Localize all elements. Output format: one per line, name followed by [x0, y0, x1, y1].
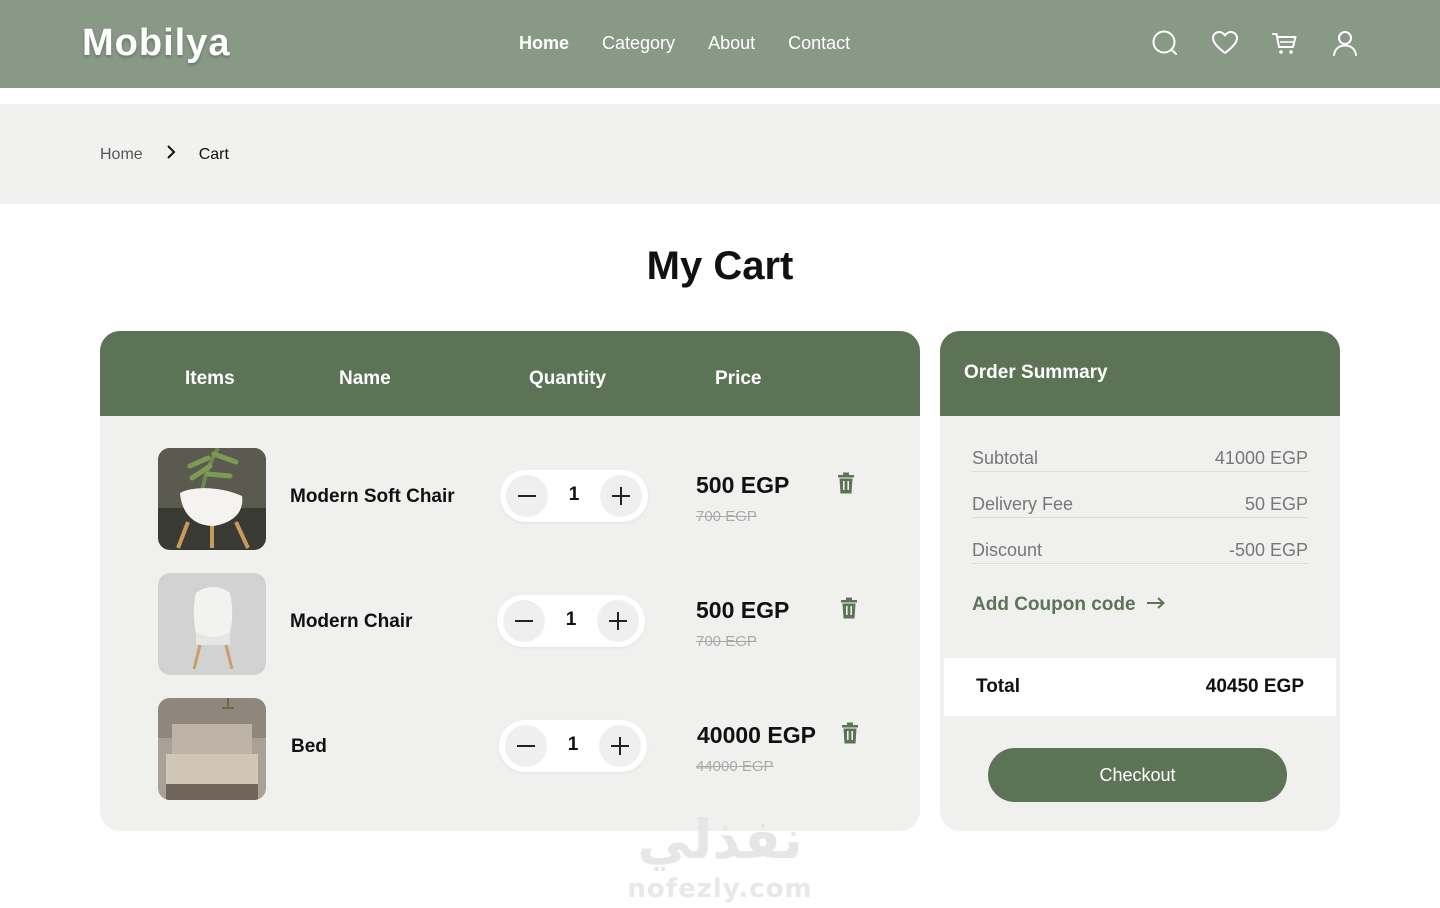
subtotal-value: 41000 EGP [1214, 448, 1308, 468]
main-nav: Home Category About Contact [519, 33, 850, 54]
plus-icon [612, 487, 630, 505]
header-actions [1150, 28, 1360, 58]
total-value: 40450 EGP [1205, 676, 1304, 697]
delivery-fee-label: Delivery Fee [972, 494, 1074, 514]
cart-row: Modern Soft Chair 1 500 EGP 700 EGP [100, 448, 920, 550]
watermark-latin: nofezly.com [627, 874, 813, 904]
product-image[interactable] [158, 573, 266, 675]
breadcrumb: Home Cart [100, 144, 229, 165]
product-price: 40000 EGP [697, 722, 816, 748]
product-image[interactable] [158, 698, 266, 800]
trash-icon[interactable] [839, 597, 859, 619]
product-old-price: 700 EGP [696, 508, 757, 525]
quantity-value[interactable]: 1 [553, 609, 589, 631]
checkout-button[interactable]: Checkout [988, 748, 1287, 802]
nav-home[interactable]: Home [519, 33, 569, 54]
product-price: 500 EGP [696, 597, 790, 623]
column-header-price: Price [715, 368, 762, 389]
chevron-right-icon [163, 144, 179, 165]
plus-icon [611, 737, 629, 755]
cart-table: Items Name Quantity Price Modern Soft Ch… [100, 331, 920, 831]
order-summary: Order Summary Subtotal 41000 EGP Deliver… [940, 331, 1340, 831]
heart-icon[interactable] [1210, 28, 1240, 58]
delivery-fee-line: Delivery Fee 50 EGP [972, 490, 1308, 518]
subtotal-line: Subtotal 41000 EGP [972, 444, 1308, 472]
decrease-quantity-button[interactable] [503, 600, 545, 642]
watermark-arabic: نفذلي [637, 808, 803, 871]
breadcrumb-bar: Home Cart [0, 104, 1440, 204]
quantity-value[interactable]: 1 [556, 484, 592, 506]
quantity-stepper: 1 [499, 720, 647, 772]
cart-row: Modern Chair 1 500 EGP 700 EGP [100, 573, 920, 675]
increase-quantity-button[interactable] [597, 600, 639, 642]
quantity-value[interactable]: 1 [555, 734, 591, 756]
plus-icon [609, 612, 627, 630]
product-image[interactable] [158, 448, 266, 550]
order-summary-header: Order Summary [940, 331, 1340, 416]
discount-value: -500 EGP [1228, 540, 1308, 560]
total-line: Total 40450 EGP [944, 658, 1336, 716]
minus-icon [518, 495, 536, 497]
total-label: Total [976, 676, 1020, 697]
breadcrumb-current: Cart [198, 145, 229, 163]
nav-category[interactable]: Category [602, 33, 675, 54]
search-icon[interactable] [1150, 28, 1180, 58]
arrow-right-icon [1146, 594, 1166, 616]
column-header-name: Name [339, 368, 391, 389]
breadcrumb-home[interactable]: Home [100, 146, 143, 164]
user-icon[interactable] [1330, 28, 1360, 58]
add-coupon-link[interactable]: Add Coupon code [972, 594, 1166, 616]
product-name: Modern Chair [290, 611, 413, 632]
product-price: 500 EGP [696, 472, 790, 498]
page-title: My Cart [646, 244, 794, 288]
increase-quantity-button[interactable] [599, 725, 641, 767]
discount-line: Discount -500 EGP [972, 536, 1308, 564]
site-header: Mobilya Home Category About Contact [0, 0, 1440, 88]
add-coupon-label: Add Coupon code [972, 594, 1136, 615]
subtotal-label: Subtotal [972, 448, 1039, 468]
product-old-price: 44000 EGP [696, 758, 774, 775]
order-summary-title: Order Summary [964, 362, 1108, 383]
minus-icon [515, 620, 533, 622]
column-header-items: Items [185, 368, 235, 389]
cart-row: Bed 1 40000 EGP 44000 EGP [100, 698, 920, 800]
quantity-stepper: 1 [500, 470, 648, 522]
product-old-price: 700 EGP [696, 633, 757, 650]
quantity-stepper: 1 [497, 595, 645, 647]
decrease-quantity-button[interactable] [506, 475, 548, 517]
nav-about[interactable]: About [708, 33, 755, 54]
product-name: Modern Soft Chair [290, 486, 455, 507]
minus-icon [517, 745, 535, 747]
nav-contact[interactable]: Contact [788, 33, 850, 54]
product-name: Bed [291, 736, 327, 757]
trash-icon[interactable] [840, 722, 860, 744]
discount-label: Discount [972, 540, 1043, 560]
trash-icon[interactable] [836, 472, 856, 494]
cart-icon[interactable] [1270, 28, 1300, 58]
increase-quantity-button[interactable] [600, 475, 642, 517]
cart-table-header: Items Name Quantity Price [100, 331, 920, 416]
column-header-quantity: Quantity [529, 368, 607, 389]
decrease-quantity-button[interactable] [505, 725, 547, 767]
brand-logo[interactable]: Mobilya [82, 22, 230, 65]
delivery-fee-value: 50 EGP [1244, 494, 1308, 514]
